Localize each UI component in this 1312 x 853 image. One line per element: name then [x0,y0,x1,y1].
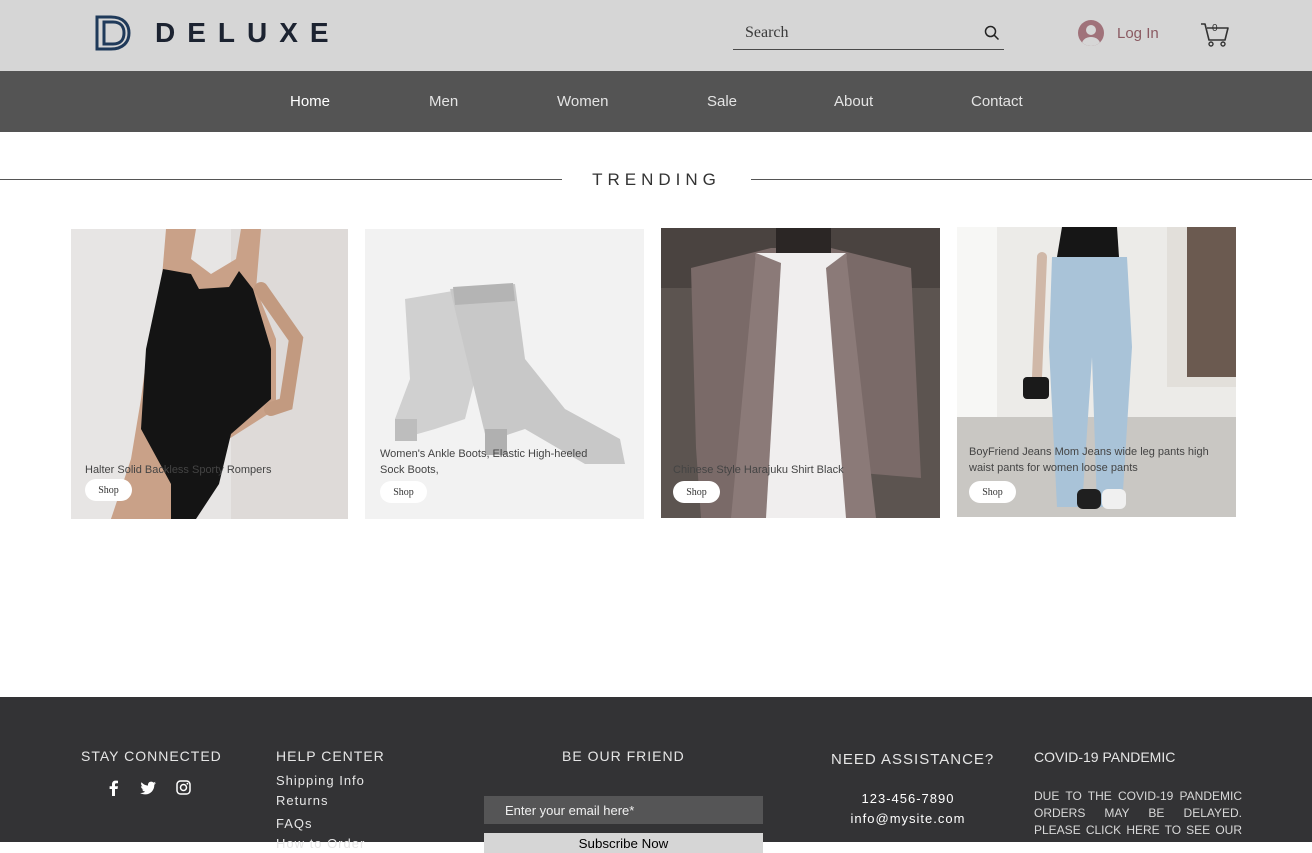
covid-notice: DUE TO THE COVID-19 PANDEMIC ORDERS MAY … [1034,789,1242,837]
covid-heading: COVID-19 PANDEMIC [1034,749,1176,765]
login-button[interactable]: Log In [1078,20,1159,46]
shop-button[interactable]: Shop [380,481,427,503]
nav-about[interactable]: About [834,93,873,110]
search-bar [733,19,1004,50]
search-input[interactable] [733,19,973,47]
main-nav: Home Men Women Sale About Contact [0,71,1312,132]
shipping-info-link[interactable]: Shipping Info [276,773,365,788]
need-assistance-heading: NEED ASSISTANCE? [831,751,995,768]
trending-header: TRENDING [0,170,1312,190]
nav-men[interactable]: Men [429,93,458,110]
returns-link[interactable]: Returns [276,793,329,808]
shop-button[interactable]: Shop [85,479,132,501]
product-card-jeans[interactable]: BoyFriend Jeans Mom Jeans wide leg pants… [957,227,1236,517]
product-card-romper[interactable]: Halter Solid Backless Sporty Rompers Sho… [71,229,348,519]
facebook-icon[interactable] [105,779,122,796]
cart-button[interactable]: 0 [1200,20,1230,48]
stay-connected-heading: STAY CONNECTED [81,748,222,764]
shop-button[interactable]: Shop [673,481,720,503]
social-links [105,779,192,796]
product-name: Women's Ankle Boots, Elastic High-heeled… [380,448,588,476]
phone-number[interactable]: 123-456-7890 [828,791,988,806]
twitter-icon[interactable] [140,779,157,796]
nav-women[interactable]: Women [557,93,608,110]
site-footer: STAY CONNECTED HELP CENTER Shipping Info… [0,697,1312,853]
divider [0,179,562,180]
be-our-friend-heading: BE OUR FRIEND [562,748,685,764]
shop-button[interactable]: Shop [969,481,1016,503]
product-name: Halter Solid Backless Sporty Rompers [85,464,272,476]
avatar-icon [1078,20,1104,46]
logo-mark-icon [95,15,131,51]
trending-title: TRENDING [592,170,721,189]
cart-count: 0 [1212,23,1218,34]
product-name: Chinese Style Harajuku Shirt Black [673,464,844,476]
nav-home[interactable]: Home [290,93,330,110]
brand-logo[interactable]: DELUXE [95,13,341,53]
instagram-icon[interactable] [175,779,192,796]
contact-email[interactable]: info@mysite.com [828,811,988,826]
email-field[interactable] [484,796,763,824]
help-center-heading: HELP CENTER [276,748,385,764]
product-card-shirt[interactable]: Chinese Style Harajuku Shirt Black Shop [661,228,940,518]
login-label: Log In [1117,24,1159,42]
product-name: BoyFriend Jeans Mom Jeans wide leg pants… [969,446,1209,474]
faqs-link[interactable]: FAQs [276,816,313,831]
nav-contact[interactable]: Contact [971,93,1023,110]
search-icon[interactable] [984,25,1000,41]
nav-sale[interactable]: Sale [707,93,737,110]
how-to-order-link[interactable]: How to Order [276,836,365,851]
product-card-boots[interactable]: Women's Ankle Boots, Elastic High-heeled… [365,229,644,519]
divider [751,179,1312,180]
subscribe-button[interactable]: Subscribe Now [484,833,763,853]
site-header: DELUXE Log In 0 [0,0,1312,71]
brand-name: DELUXE [155,17,341,48]
